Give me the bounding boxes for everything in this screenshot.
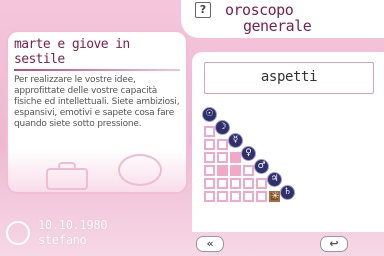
aspect-cell[interactable] [204,178,215,189]
help-button[interactable]: ? [195,2,211,18]
aspect-cell[interactable] [230,178,241,189]
aspect-cell[interactable] [217,152,228,163]
back-button[interactable]: « [196,236,224,252]
aspect-cell[interactable] [204,165,215,176]
return-button[interactable]: ↩ [320,236,348,252]
aspect-cell[interactable] [230,191,241,202]
screen-title-line2: generale [243,17,312,35]
aspect-cell[interactable] [204,126,215,137]
aspects-header: aspetti [204,62,374,94]
reading-panel: marte e giove in sestile Per realizzare … [8,32,186,192]
aspect-cell[interactable]: ✳ [269,191,280,202]
planet-mars-icon[interactable]: ♂ [255,160,268,173]
planet-sun-icon[interactable]: ☉ [203,108,216,121]
screen: ? oroscopo generale marte e giove in ses… [0,0,384,256]
reading-body: Per realizzare le vostre idee, approfitt… [14,75,180,129]
aspect-cell[interactable] [243,191,254,202]
aspect-cell[interactable] [256,191,267,202]
aspect-cell[interactable] [217,178,228,189]
aspect-cell[interactable] [217,165,228,176]
briefcase-icon [46,168,88,190]
aspect-cell[interactable] [256,178,267,189]
aspect-cell[interactable] [230,165,241,176]
reading-title: marte e giove in sestile [14,37,130,67]
user-name: stefano [38,233,87,247]
aspect-cell[interactable] [230,152,241,163]
panel-decoration [8,150,186,192]
aspect-cell[interactable] [243,165,254,176]
title-divider [14,69,180,71]
aspects-label: aspetti [260,69,318,85]
planet-moon-icon[interactable]: ☽ [216,121,229,134]
user-birthdate: 10.10.1980 [38,218,108,232]
planet-saturn-icon[interactable]: ♄ [281,186,294,199]
aspect-cell[interactable] [204,152,215,163]
planet-venus-icon[interactable]: ♀ [242,147,255,160]
user-icon [6,221,30,245]
briefcase-handle [58,162,76,170]
aspect-cell[interactable] [204,139,215,150]
aspect-cell[interactable] [217,139,228,150]
cloud-icon [118,154,162,186]
screen-title-line1: oroscopo [225,1,294,19]
planet-jupiter-icon[interactable]: ♃ [268,173,281,186]
aspect-cell[interactable] [217,191,228,202]
aspect-cell[interactable] [204,191,215,202]
aspect-cell[interactable] [243,178,254,189]
planet-mercury-icon[interactable]: ☿ [229,134,242,147]
